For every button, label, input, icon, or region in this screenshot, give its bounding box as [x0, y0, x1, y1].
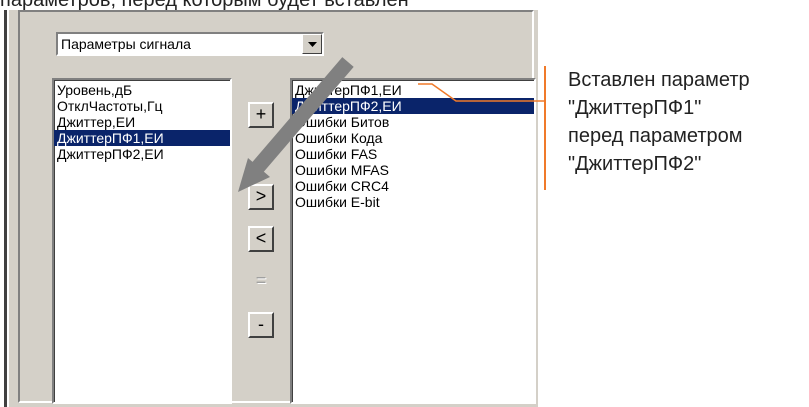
annotation-leader-line [418, 83, 544, 102]
annotation-overlay [238, 57, 544, 192]
pointer-arrow-icon [238, 57, 354, 192]
